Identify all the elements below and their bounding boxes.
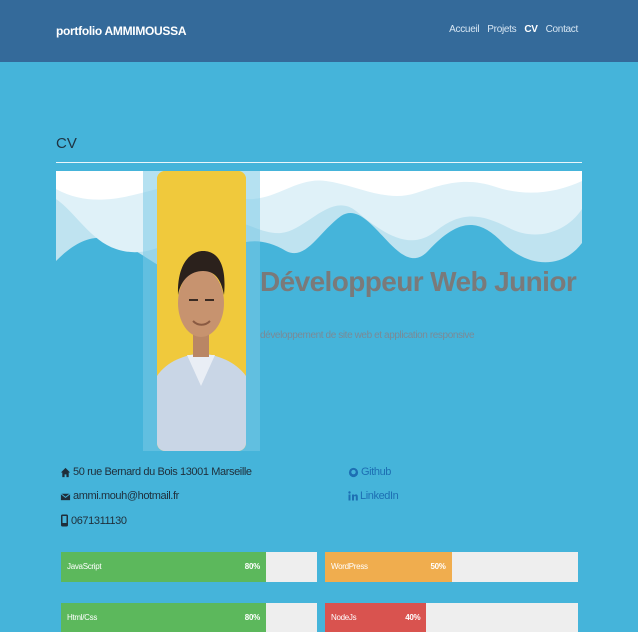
- skill-bar-percent: 80%: [244, 613, 260, 622]
- email-text: ammi.mouh@hotmail.fr: [73, 490, 179, 502]
- skill-bar-label: Html/Css: [67, 613, 98, 622]
- address-text: 50 rue Bernard du Bois 13001 Marseille: [73, 466, 252, 478]
- hero-title: Développeur Web Junior: [260, 266, 577, 297]
- email-line: ammi.mouh@hotmail.fr: [60, 490, 179, 502]
- wave-background: [56, 171, 582, 275]
- phone-text: 0671311130: [71, 514, 127, 527]
- linkedin-icon: [348, 491, 358, 501]
- skill-bar-percent: 80%: [244, 562, 260, 571]
- nav-link-accueil[interactable]: Accueil: [449, 24, 479, 35]
- skill-bar-nodejs: NodeJs 40%: [325, 603, 578, 632]
- phone-icon: [61, 514, 68, 527]
- nav-links: Accueil Projets CV Contact: [449, 24, 578, 35]
- envelope-icon: [60, 492, 71, 500]
- skill-bar-label: WordPress: [331, 562, 368, 571]
- github-link[interactable]: Github: [348, 466, 391, 478]
- skill-bar-label: NodeJs: [331, 613, 357, 622]
- linkedin-label: LinkedIn: [360, 490, 399, 502]
- skill-bar-htmlcss: Html/Css 80%: [61, 603, 317, 632]
- skill-bar-wordpress: WordPress 50%: [325, 552, 578, 582]
- github-label: Github: [361, 466, 392, 478]
- skill-bar-percent: 40%: [405, 613, 421, 622]
- skill-bar-javascript: JavaScript 80%: [61, 552, 317, 582]
- skill-bar-percent: 50%: [430, 562, 446, 571]
- navbar: portfolio AMMIMOUSSA Accueil Projets CV …: [0, 0, 638, 62]
- profile-portrait: [157, 171, 246, 451]
- hero-subtitle: développement de site web et application…: [260, 330, 475, 341]
- home-icon: [60, 467, 71, 477]
- linkedin-link[interactable]: LinkedIn: [348, 490, 399, 502]
- address-line: 50 rue Bernard du Bois 13001 Marseille: [60, 466, 252, 478]
- nav-link-projets[interactable]: Projets: [487, 24, 516, 35]
- hero-banner: [56, 171, 582, 451]
- nav-link-contact[interactable]: Contact: [546, 24, 579, 35]
- nav-link-cv[interactable]: CV: [524, 24, 538, 35]
- phone-line: 0671311130: [60, 514, 127, 527]
- brand-link[interactable]: portfolio AMMIMOUSSA: [56, 24, 187, 38]
- github-icon: [348, 467, 359, 477]
- profile-photo: [157, 171, 246, 451]
- skill-bar-label: JavaScript: [67, 562, 102, 571]
- section-title: CV: [56, 135, 77, 152]
- section-divider: [56, 162, 582, 163]
